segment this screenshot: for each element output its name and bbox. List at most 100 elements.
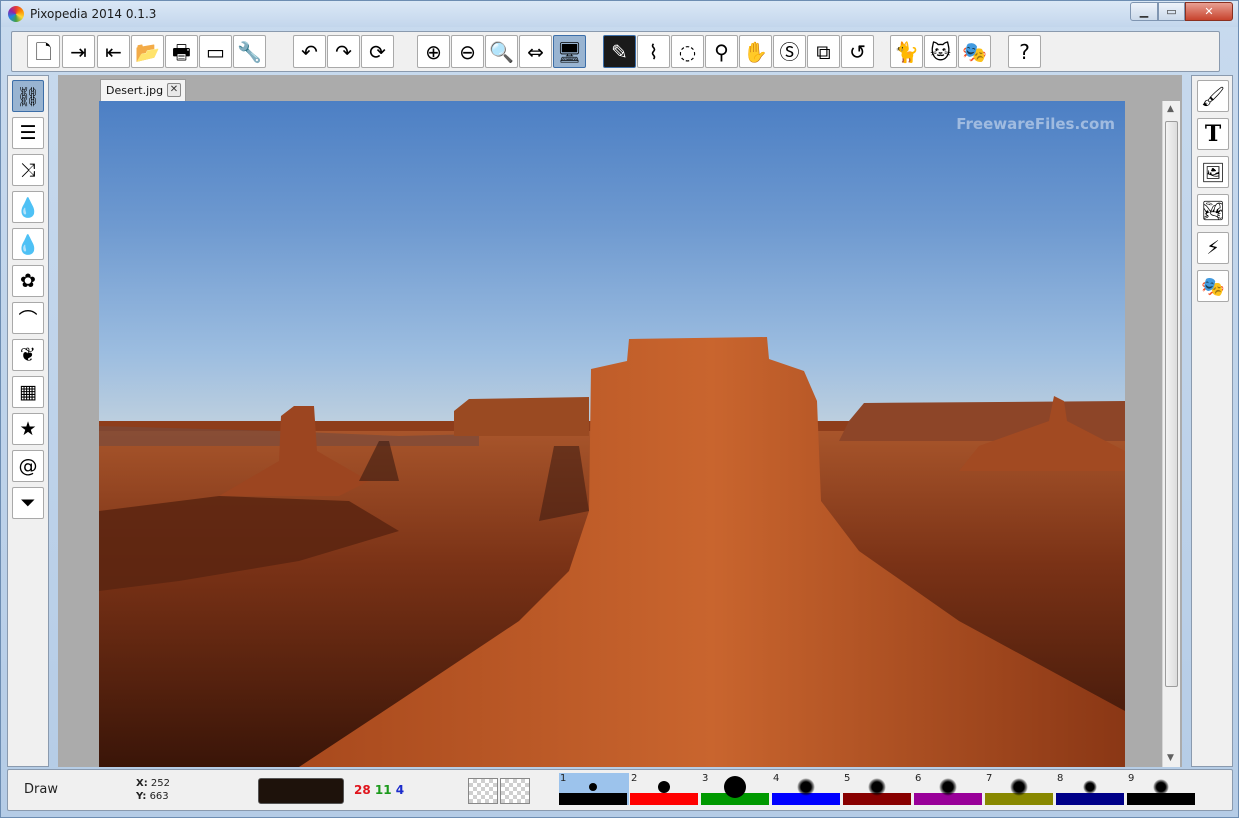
fullscreen-monitor-button[interactable]: 🖥 bbox=[553, 35, 586, 68]
transparency-swatch-primary[interactable] bbox=[468, 778, 498, 804]
rainbow-button[interactable]: ⌒ bbox=[12, 302, 44, 334]
zoom-actual-button[interactable]: 🔍 bbox=[485, 35, 518, 68]
fit-width-button[interactable]: ⇔ bbox=[519, 35, 552, 68]
lasso-select-button[interactable]: ◌ bbox=[671, 35, 704, 68]
main-toolbar: 🗋 ⇥ ⇤ 📂 🖶 ▭ 🔧 ↶ ↷ ⟳ ⊕ ⊖ 🔍 ⇔ 🖥 ✎ ⌇ ◌ ⚲ ✋ Ⓢ ⧉ ↺ 🐈 🐱 🎭? bbox=[11, 31, 1220, 72]
tab-close-icon[interactable]: ✕ bbox=[167, 83, 181, 97]
leaf-icon: ❦ bbox=[20, 344, 36, 366]
brush-shape-preview bbox=[939, 778, 957, 796]
current-color-swatch[interactable] bbox=[258, 778, 344, 804]
eyedropper-button[interactable]: ⚲ bbox=[705, 35, 738, 68]
brush-preset-4[interactable]: 4 bbox=[772, 773, 842, 805]
zoom-actual-icon: 🔍 bbox=[489, 39, 514, 64]
text-tool-icon: T bbox=[1204, 121, 1222, 147]
theater-masks-icon: 🎭 bbox=[1201, 275, 1225, 298]
mask-button[interactable]: 🎭 bbox=[958, 35, 991, 68]
theater-masks-button[interactable]: 🎭 bbox=[1197, 270, 1229, 302]
x-value: 252 bbox=[150, 778, 170, 789]
brush-preset-1[interactable]: 1 bbox=[559, 773, 629, 805]
document-workspace: Desert.jpg ✕ FreewareFiles.com ▲ ▼ bbox=[58, 75, 1182, 767]
image-frame-icon: 🖼 bbox=[1200, 161, 1226, 184]
zoom-in-icon: ⊕ bbox=[425, 39, 442, 64]
text-tool-button[interactable]: T bbox=[1197, 118, 1229, 150]
cat-face-icon: 🐱 bbox=[930, 39, 951, 64]
eyedropper-icon: ⚲ bbox=[714, 39, 729, 64]
shuffle-button[interactable]: ⤨ bbox=[12, 154, 44, 186]
print-button[interactable]: 🖶 bbox=[165, 35, 198, 68]
plugin-button[interactable]: ⚡ bbox=[1197, 232, 1229, 264]
brush-preset-8[interactable]: 8 bbox=[1056, 773, 1126, 805]
grid-calendar-button[interactable]: ▦ bbox=[12, 376, 44, 408]
brush-preset-7[interactable]: 7 bbox=[985, 773, 1055, 805]
new-document-button[interactable]: 🗋 bbox=[27, 35, 60, 68]
rainbow-icon: ⌒ bbox=[18, 308, 38, 331]
lasso-select-icon: ◌ bbox=[678, 39, 697, 64]
brush-preset-9[interactable]: 9 bbox=[1127, 773, 1197, 805]
tab-desert-jpg[interactable]: Desert.jpg ✕ bbox=[100, 79, 186, 101]
rotate-button[interactable]: ↺ bbox=[841, 35, 874, 68]
brush-shape-preview bbox=[589, 783, 597, 791]
brush-preset-2[interactable]: 2 bbox=[630, 773, 700, 805]
brush-icon: 🖌 bbox=[1200, 85, 1226, 108]
image-canvas[interactable]: FreewareFiles.com bbox=[99, 101, 1125, 767]
color-drop-three-icon: 💧 bbox=[16, 233, 40, 256]
scroll-down-icon[interactable]: ▼ bbox=[1167, 753, 1174, 763]
maximize-button[interactable]: ▭ bbox=[1158, 2, 1185, 21]
adjust-sliders-button[interactable]: ☰ bbox=[12, 117, 44, 149]
minimize-button[interactable]: ▁ bbox=[1130, 2, 1158, 21]
zoom-out-button[interactable]: ⊖ bbox=[451, 35, 484, 68]
magic-wand-star-button[interactable]: ★ bbox=[12, 413, 44, 445]
brush-number: 8 bbox=[1057, 773, 1064, 784]
redo-icon: ↷ bbox=[335, 39, 352, 64]
undo-button[interactable]: ↶ bbox=[293, 35, 326, 68]
help-button[interactable]: ? bbox=[1008, 35, 1041, 68]
scroll-thumb[interactable] bbox=[1165, 121, 1178, 687]
stamp-search-button[interactable]: Ⓢ bbox=[773, 35, 806, 68]
settings-wrench-button[interactable]: 🔧 bbox=[233, 35, 266, 68]
close-window-button[interactable]: ✕ bbox=[1185, 2, 1233, 21]
brush-button[interactable]: 🖌 bbox=[1197, 80, 1229, 112]
rotate-icon: ↺ bbox=[849, 39, 866, 64]
redo-button[interactable]: ↷ bbox=[327, 35, 360, 68]
path-select-button[interactable]: ⌇ bbox=[637, 35, 670, 68]
zoom-in-button[interactable]: ⊕ bbox=[417, 35, 450, 68]
import-button[interactable]: ⇥ bbox=[62, 35, 95, 68]
layers-copy-button[interactable]: ⧉ bbox=[807, 35, 840, 68]
brush-preset-5[interactable]: 5 bbox=[843, 773, 913, 805]
cat-face-button[interactable]: 🐱 bbox=[924, 35, 957, 68]
settings-wrench-icon: 🔧 bbox=[237, 39, 262, 64]
transparency-swatch-secondary[interactable] bbox=[500, 778, 530, 804]
draw-pen-icon: ✎ bbox=[611, 39, 628, 64]
vertical-scrollbar[interactable]: ▲ ▼ bbox=[1162, 101, 1180, 767]
shuffle-icon: ⤨ bbox=[20, 159, 36, 181]
brush-preset-6[interactable]: 6 bbox=[914, 773, 984, 805]
stamp-search-icon: Ⓢ bbox=[779, 39, 800, 64]
image-frame-button[interactable]: 🖼 bbox=[1197, 156, 1229, 188]
brush-shape-preview bbox=[724, 776, 746, 798]
picture-button[interactable]: 🏞 bbox=[1197, 194, 1229, 226]
layers-copy-icon: ⧉ bbox=[816, 39, 831, 64]
open-folder-button[interactable]: 📂 bbox=[131, 35, 164, 68]
undo-icon: ↶ bbox=[301, 39, 318, 64]
color-drop-settings-button[interactable]: 💧 bbox=[12, 191, 44, 223]
draw-pen-button[interactable]: ✎ bbox=[603, 35, 636, 68]
y-value: 663 bbox=[149, 791, 169, 802]
spiral-button[interactable]: @ bbox=[12, 450, 44, 482]
flower-button[interactable]: ✿ bbox=[12, 265, 44, 297]
export-button[interactable]: ⇤ bbox=[97, 35, 130, 68]
color-drop-settings-icon: 💧 bbox=[16, 196, 40, 219]
scan-button[interactable]: ▭ bbox=[199, 35, 232, 68]
scroll-up-icon[interactable]: ▲ bbox=[1167, 104, 1174, 114]
refresh-button[interactable]: ⟳ bbox=[361, 35, 394, 68]
color-drop-three-button[interactable]: 💧 bbox=[12, 228, 44, 260]
link-tool-button[interactable]: ⛓ bbox=[12, 80, 44, 112]
hand-pan-button[interactable]: ✋ bbox=[739, 35, 772, 68]
title-bar: Pixopedia 2014 0.1.3 ▁ ▭ ✕ bbox=[1, 1, 1238, 27]
filter-funnel-button[interactable]: ⏷ bbox=[12, 487, 44, 519]
open-folder-icon: 📂 bbox=[135, 39, 160, 64]
leaf-button[interactable]: ❦ bbox=[12, 339, 44, 371]
brush-preset-3[interactable]: 3 bbox=[701, 773, 771, 805]
cat-effect-button[interactable]: 🐈 bbox=[890, 35, 923, 68]
magic-wand-star-icon: ★ bbox=[19, 418, 37, 440]
export-icon: ⇤ bbox=[105, 39, 122, 64]
